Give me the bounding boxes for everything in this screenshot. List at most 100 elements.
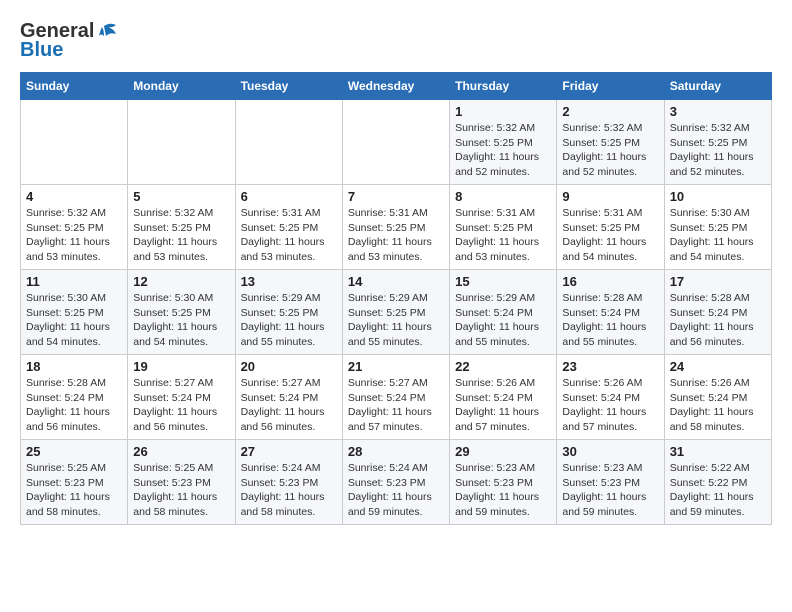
day-info: Sunrise: 5:31 AM Sunset: 5:25 PM Dayligh… <box>562 206 658 265</box>
calendar-header-friday: Friday <box>557 73 664 100</box>
calendar-cell <box>342 100 449 185</box>
calendar-cell: 6 Sunrise: 5:31 AM Sunset: 5:25 PM Daylig… <box>235 185 342 270</box>
day-info: Sunrise: 5:25 AM Sunset: 5:23 PM Dayligh… <box>133 461 229 520</box>
day-number: 31 <box>670 444 766 459</box>
day-number: 24 <box>670 359 766 374</box>
day-number: 23 <box>562 359 658 374</box>
calendar-cell: 19 Sunrise: 5:27 AM Sunset: 5:24 PM Dayli… <box>128 355 235 440</box>
page-header: General Blue <box>20 20 772 62</box>
day-info: Sunrise: 5:32 AM Sunset: 5:25 PM Dayligh… <box>670 121 766 180</box>
day-info: Sunrise: 5:32 AM Sunset: 5:25 PM Dayligh… <box>455 121 551 180</box>
day-info: Sunrise: 5:29 AM Sunset: 5:25 PM Dayligh… <box>348 291 444 350</box>
calendar-header-sunday: Sunday <box>21 73 128 100</box>
day-number: 19 <box>133 359 229 374</box>
calendar-header-thursday: Thursday <box>450 73 557 100</box>
day-info: Sunrise: 5:23 AM Sunset: 5:23 PM Dayligh… <box>455 461 551 520</box>
day-number: 30 <box>562 444 658 459</box>
calendar-cell: 15 Sunrise: 5:29 AM Sunset: 5:24 PM Dayli… <box>450 270 557 355</box>
calendar-cell: 18 Sunrise: 5:28 AM Sunset: 5:24 PM Dayli… <box>21 355 128 440</box>
day-info: Sunrise: 5:27 AM Sunset: 5:24 PM Dayligh… <box>348 376 444 435</box>
calendar-cell: 24 Sunrise: 5:26 AM Sunset: 5:24 PM Dayli… <box>664 355 771 440</box>
calendar-cell: 10 Sunrise: 5:30 AM Sunset: 5:25 PM Dayli… <box>664 185 771 270</box>
day-info: Sunrise: 5:30 AM Sunset: 5:25 PM Dayligh… <box>133 291 229 350</box>
day-info: Sunrise: 5:30 AM Sunset: 5:25 PM Dayligh… <box>670 206 766 265</box>
calendar-cell: 26 Sunrise: 5:25 AM Sunset: 5:23 PM Dayli… <box>128 440 235 525</box>
calendar-week-row: 1 Sunrise: 5:32 AM Sunset: 5:25 PM Daylig… <box>21 100 772 185</box>
logo: General Blue <box>20 20 118 62</box>
calendar-cell: 21 Sunrise: 5:27 AM Sunset: 5:24 PM Dayli… <box>342 355 449 440</box>
day-number: 1 <box>455 104 551 119</box>
day-number: 21 <box>348 359 444 374</box>
day-number: 26 <box>133 444 229 459</box>
day-info: Sunrise: 5:28 AM Sunset: 5:24 PM Dayligh… <box>562 291 658 350</box>
day-number: 14 <box>348 274 444 289</box>
day-number: 12 <box>133 274 229 289</box>
day-number: 22 <box>455 359 551 374</box>
calendar-cell: 30 Sunrise: 5:23 AM Sunset: 5:23 PM Dayli… <box>557 440 664 525</box>
calendar-cell: 14 Sunrise: 5:29 AM Sunset: 5:25 PM Dayli… <box>342 270 449 355</box>
calendar-cell: 2 Sunrise: 5:32 AM Sunset: 5:25 PM Daylig… <box>557 100 664 185</box>
day-info: Sunrise: 5:29 AM Sunset: 5:25 PM Dayligh… <box>241 291 337 350</box>
day-number: 13 <box>241 274 337 289</box>
day-info: Sunrise: 5:32 AM Sunset: 5:25 PM Dayligh… <box>562 121 658 180</box>
day-info: Sunrise: 5:26 AM Sunset: 5:24 PM Dayligh… <box>670 376 766 435</box>
calendar-cell: 5Sunrise: 5:32 AM Sunset: 5:25 PM Daylig… <box>128 185 235 270</box>
day-info: Sunrise: 5:28 AM Sunset: 5:24 PM Dayligh… <box>26 376 122 435</box>
calendar-cell: 27 Sunrise: 5:24 AM Sunset: 5:23 PM Dayli… <box>235 440 342 525</box>
day-number: 2 <box>562 104 658 119</box>
day-number: 15 <box>455 274 551 289</box>
calendar-table: SundayMondayTuesdayWednesdayThursdayFrid… <box>20 72 772 525</box>
calendar-cell: 28Sunrise: 5:24 AM Sunset: 5:23 PM Dayli… <box>342 440 449 525</box>
day-number: 20 <box>241 359 337 374</box>
day-number: 8 <box>455 189 551 204</box>
day-info: Sunrise: 5:31 AM Sunset: 5:25 PM Dayligh… <box>241 206 337 265</box>
day-info: Sunrise: 5:24 AM Sunset: 5:23 PM Dayligh… <box>241 461 337 520</box>
day-info: Sunrise: 5:31 AM Sunset: 5:25 PM Dayligh… <box>455 206 551 265</box>
day-info: Sunrise: 5:22 AM Sunset: 5:22 PM Dayligh… <box>670 461 766 520</box>
calendar-cell: 8 Sunrise: 5:31 AM Sunset: 5:25 PM Daylig… <box>450 185 557 270</box>
logo-bird-icon <box>96 22 118 42</box>
calendar-header-tuesday: Tuesday <box>235 73 342 100</box>
day-number: 9 <box>562 189 658 204</box>
day-number: 28 <box>348 444 444 459</box>
day-number: 7 <box>348 189 444 204</box>
day-number: 3 <box>670 104 766 119</box>
day-info: Sunrise: 5:30 AM Sunset: 5:25 PM Dayligh… <box>26 291 122 350</box>
day-info: Sunrise: 5:31 AM Sunset: 5:25 PM Dayligh… <box>348 206 444 265</box>
calendar-week-row: 18 Sunrise: 5:28 AM Sunset: 5:24 PM Dayli… <box>21 355 772 440</box>
day-number: 17 <box>670 274 766 289</box>
day-number: 11 <box>26 274 122 289</box>
calendar-cell: 9 Sunrise: 5:31 AM Sunset: 5:25 PM Daylig… <box>557 185 664 270</box>
day-info: Sunrise: 5:23 AM Sunset: 5:23 PM Dayligh… <box>562 461 658 520</box>
calendar-cell: 23 Sunrise: 5:26 AM Sunset: 5:24 PM Dayli… <box>557 355 664 440</box>
day-number: 16 <box>562 274 658 289</box>
day-info: Sunrise: 5:32 AM Sunset: 5:25 PM Dayligh… <box>26 206 122 265</box>
day-number: 4 <box>26 189 122 204</box>
calendar-header-saturday: Saturday <box>664 73 771 100</box>
day-info: Sunrise: 5:26 AM Sunset: 5:24 PM Dayligh… <box>455 376 551 435</box>
calendar-cell: 12 Sunrise: 5:30 AM Sunset: 5:25 PM Dayli… <box>128 270 235 355</box>
day-number: 6 <box>241 189 337 204</box>
day-info: Sunrise: 5:27 AM Sunset: 5:24 PM Dayligh… <box>133 376 229 435</box>
calendar-cell: 29Sunrise: 5:23 AM Sunset: 5:23 PM Dayli… <box>450 440 557 525</box>
day-info: Sunrise: 5:29 AM Sunset: 5:24 PM Dayligh… <box>455 291 551 350</box>
day-number: 27 <box>241 444 337 459</box>
calendar-cell <box>21 100 128 185</box>
calendar-cell: 1 Sunrise: 5:32 AM Sunset: 5:25 PM Daylig… <box>450 100 557 185</box>
day-info: Sunrise: 5:25 AM Sunset: 5:23 PM Dayligh… <box>26 461 122 520</box>
calendar-cell: 11 Sunrise: 5:30 AM Sunset: 5:25 PM Dayli… <box>21 270 128 355</box>
calendar-cell: 20 Sunrise: 5:27 AM Sunset: 5:24 PM Dayli… <box>235 355 342 440</box>
day-info: Sunrise: 5:27 AM Sunset: 5:24 PM Dayligh… <box>241 376 337 435</box>
day-number: 25 <box>26 444 122 459</box>
day-number: 18 <box>26 359 122 374</box>
day-info: Sunrise: 5:26 AM Sunset: 5:24 PM Dayligh… <box>562 376 658 435</box>
calendar-cell: 22 Sunrise: 5:26 AM Sunset: 5:24 PM Dayli… <box>450 355 557 440</box>
day-number: 10 <box>670 189 766 204</box>
calendar-cell: 3 Sunrise: 5:32 AM Sunset: 5:25 PM Daylig… <box>664 100 771 185</box>
calendar-header-row: SundayMondayTuesdayWednesdayThursdayFrid… <box>21 73 772 100</box>
day-info: Sunrise: 5:28 AM Sunset: 5:24 PM Dayligh… <box>670 291 766 350</box>
calendar-week-row: 25 Sunrise: 5:25 AM Sunset: 5:23 PM Dayli… <box>21 440 772 525</box>
calendar-cell: 25 Sunrise: 5:25 AM Sunset: 5:23 PM Dayli… <box>21 440 128 525</box>
calendar-cell: 7 Sunrise: 5:31 AM Sunset: 5:25 PM Daylig… <box>342 185 449 270</box>
calendar-cell: 4 Sunrise: 5:32 AM Sunset: 5:25 PM Daylig… <box>21 185 128 270</box>
